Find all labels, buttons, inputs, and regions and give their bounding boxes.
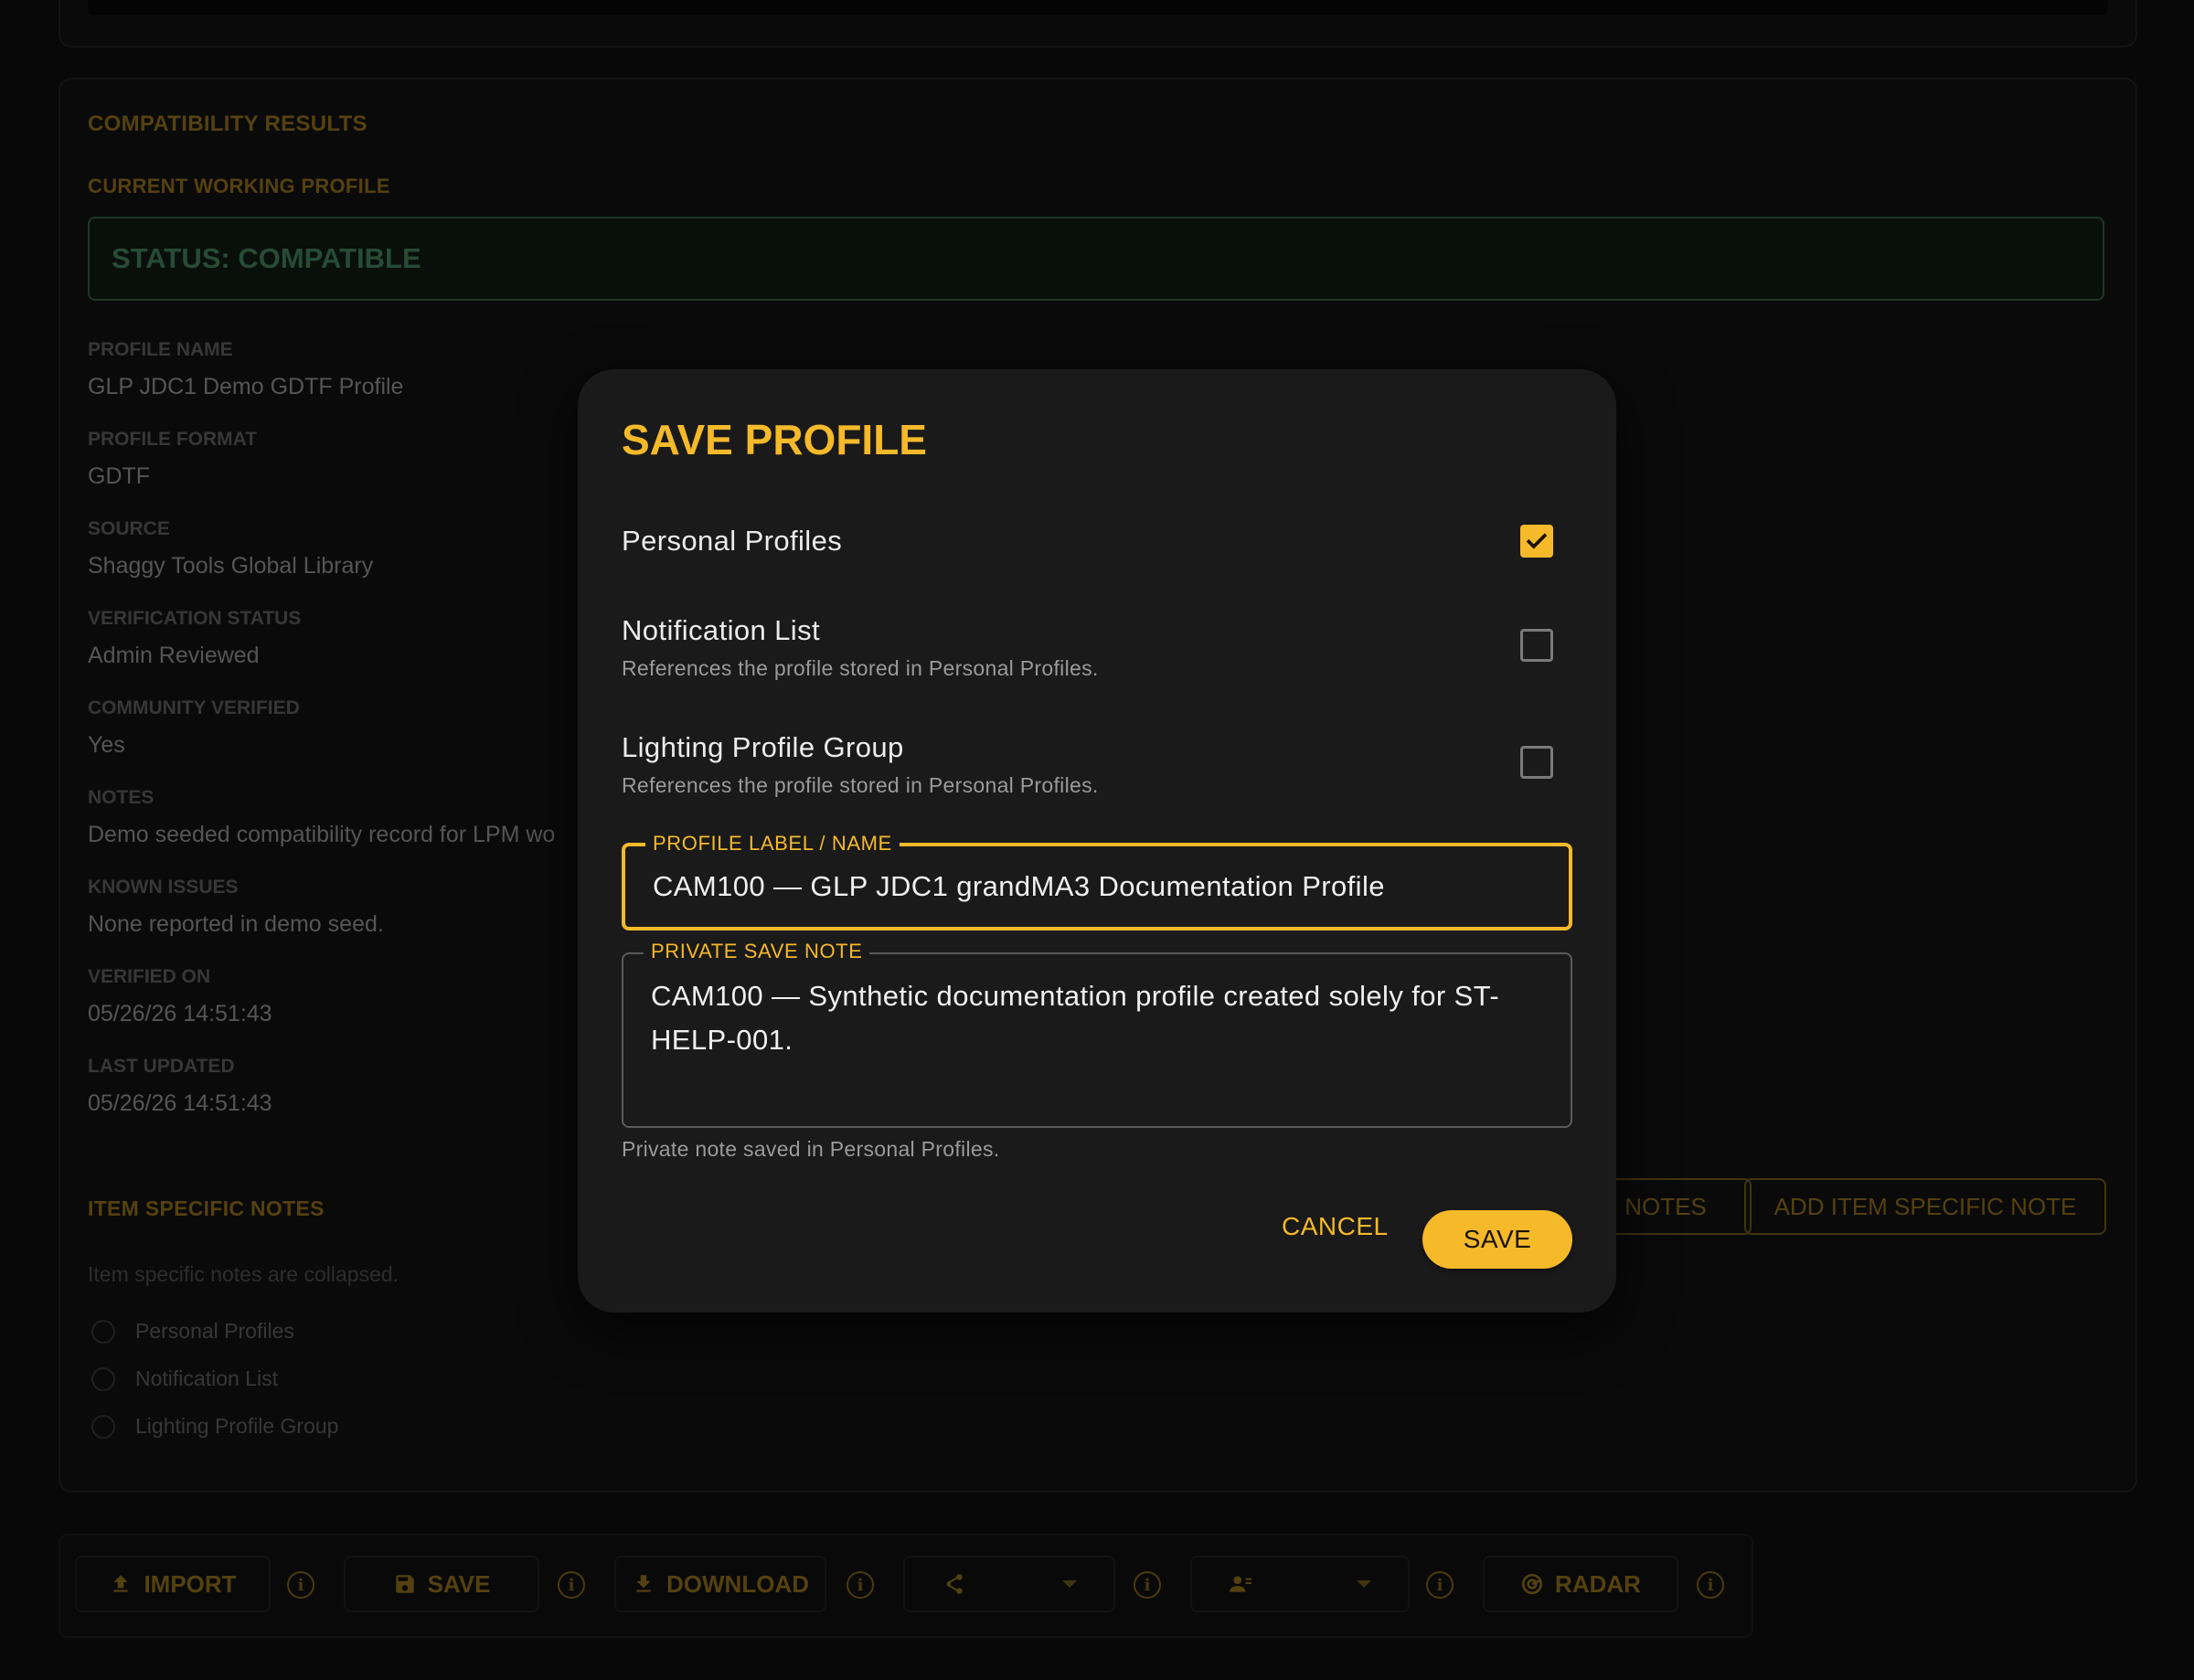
private-note-value[interactable]: CAM100 — Synthetic documentation profile…	[651, 974, 1543, 1062]
profile-label-legend: PROFILE LABEL / NAME	[645, 832, 900, 856]
profile-label-value[interactable]: CAM100 — GLP JDC1 grandMA3 Documentation…	[653, 865, 1541, 909]
save-profile-dialog: SAVE PROFILE Personal Profiles Notificat…	[578, 369, 1616, 1313]
option-notification-list[interactable]: Notification List References the profile…	[622, 614, 1536, 681]
profile-label-input[interactable]: PROFILE LABEL / NAME CAM100 — GLP JDC1 g…	[622, 832, 1572, 930]
option-label: Notification List	[622, 614, 821, 646]
save-button[interactable]: SAVE	[1422, 1210, 1572, 1269]
notification-list-checkbox[interactable]	[1520, 629, 1553, 662]
cancel-button[interactable]: CANCEL	[1282, 1212, 1389, 1241]
option-personal-profiles[interactable]: Personal Profiles	[622, 525, 1536, 558]
dialog-title: SAVE PROFILE	[622, 416, 927, 463]
personal-profiles-checkbox[interactable]	[1520, 525, 1553, 558]
lighting-profile-group-checkbox[interactable]	[1520, 746, 1553, 779]
option-label: Personal Profiles	[622, 525, 843, 557]
check-icon	[1526, 533, 1548, 549]
option-lighting-profile-group[interactable]: Lighting Profile Group References the pr…	[622, 731, 1536, 798]
private-note-textarea[interactable]: PRIVATE SAVE NOTE CAM100 — Synthetic doc…	[622, 940, 1572, 1128]
option-label: Lighting Profile Group	[622, 731, 904, 763]
option-help-text: References the profile stored in Persona…	[622, 773, 1099, 797]
private-note-helper: Private note saved in Personal Profiles.	[622, 1137, 1000, 1161]
option-help-text: References the profile stored in Persona…	[622, 656, 1099, 680]
private-note-legend: PRIVATE SAVE NOTE	[644, 940, 870, 963]
